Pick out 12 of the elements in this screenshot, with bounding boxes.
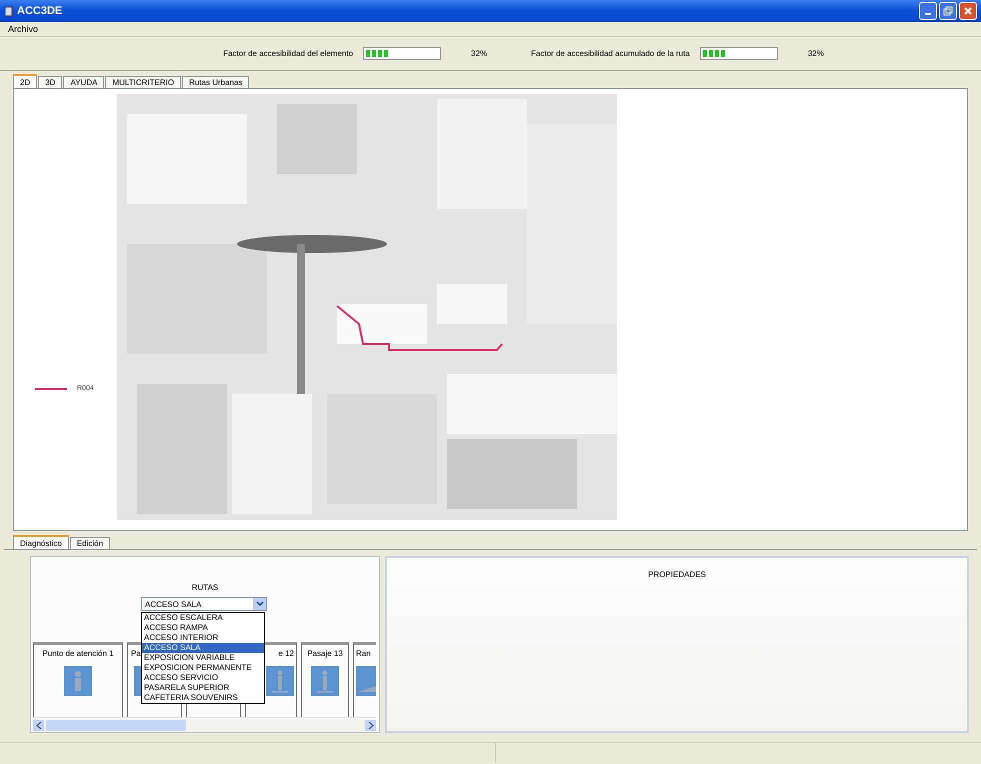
card-label: Ran: [356, 649, 371, 658]
meter-reading: 32%: [471, 49, 488, 58]
card-label: Punto de atención 1: [42, 649, 114, 658]
meter-label: Factor de accesibilidad acumulado de la ruta: [531, 49, 690, 58]
card-label: Pa: [131, 649, 141, 658]
properties-title: PROPIEDADES: [648, 570, 706, 580]
card-label: Pasaje 13: [307, 649, 343, 658]
window-title: ACC3DE: [17, 5, 62, 17]
meter-reading: 32%: [808, 49, 825, 58]
meter-label: Factor de accesibilidad del elemento: [223, 49, 354, 58]
card-label: e 12: [278, 649, 294, 658]
routes-title: RUTAS: [190, 583, 220, 592]
